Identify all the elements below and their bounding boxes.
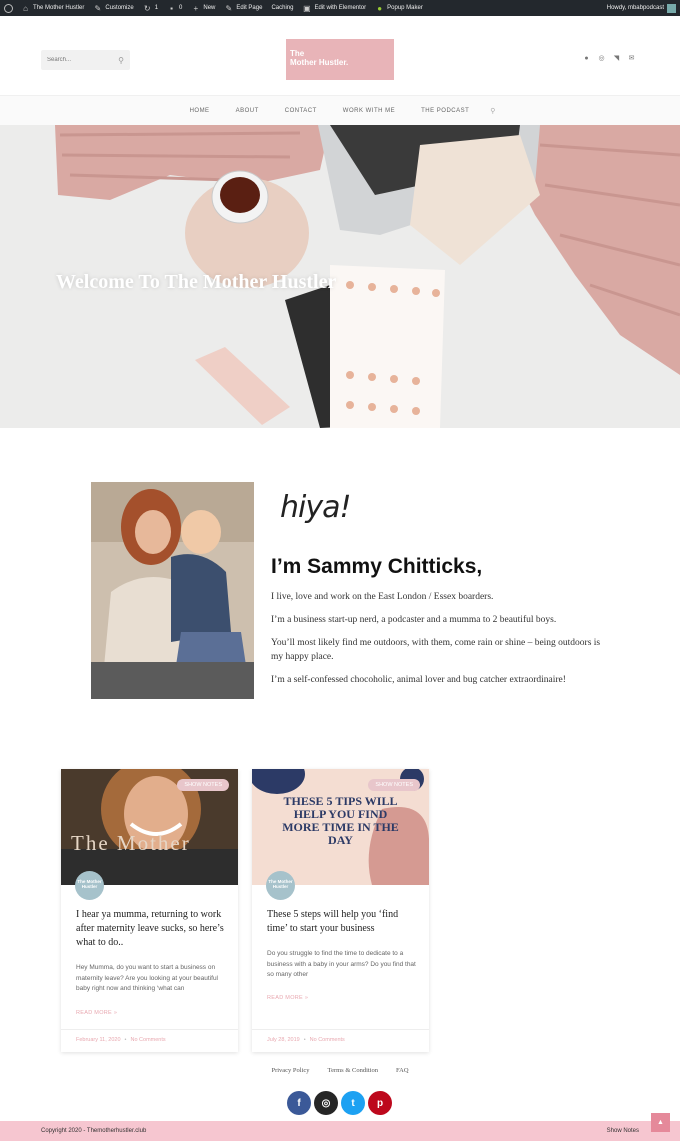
admin-caching[interactable]: Caching	[271, 5, 293, 11]
meta-separator: •	[303, 1037, 306, 1043]
nav-home[interactable]: HOME	[177, 108, 223, 114]
admin-edit-page[interactable]: ✎ Edit Page	[224, 3, 263, 13]
nav-the-podcast[interactable]: THE PODCAST	[408, 108, 482, 114]
copyright-bar: Copyright 2020 - Themotherhustler.club S…	[0, 1121, 680, 1141]
facebook-icon[interactable]: ●	[583, 55, 590, 62]
card-title[interactable]: I hear ya mumma, returning to work after…	[76, 908, 226, 950]
category-badge[interactable]: SHOW NOTES	[177, 779, 229, 791]
card-thumbnail[interactable]: The Mother SHOW NOTES	[61, 769, 238, 885]
email-icon[interactable]: ✉	[628, 55, 635, 62]
blog-card[interactable]: THESE 5 TIPS WILL HELP YOU FIND MORE TIM…	[252, 769, 429, 1052]
nav-about[interactable]: ABOUT	[223, 108, 272, 114]
home-icon: ⌂	[23, 3, 28, 13]
admin-comments[interactable]: ▪ 0	[167, 4, 182, 13]
search-input[interactable]	[47, 57, 117, 63]
post-date[interactable]: July 28, 2019	[267, 1037, 300, 1043]
copyright-text: Copyright 2020 - Themotherhustler.club	[41, 1128, 147, 1134]
read-more-link[interactable]: READ MORE »	[76, 1010, 117, 1016]
about-paragraph: I’m a self-confessed chocoholic, animal …	[271, 675, 566, 685]
hero-banner: Welcome To The Mother Hustler	[0, 125, 680, 428]
about-paragraph: I live, love and work on the East London…	[271, 592, 494, 602]
site-logo[interactable]: The Mother Hustler.	[286, 39, 394, 80]
header-search[interactable]: ⚲	[41, 50, 130, 70]
profile-photo	[91, 482, 254, 699]
meta-separator: •	[124, 1037, 127, 1043]
instagram-icon[interactable]: ◎	[598, 55, 605, 62]
header-social: ● ◎ ◥ ✉	[583, 55, 635, 62]
popup-icon: ●	[377, 3, 383, 13]
pencil-icon: ✎	[225, 3, 233, 13]
search-icon[interactable]: ⚲	[118, 56, 124, 65]
admin-site-name[interactable]: ⌂ The Mother Hustler	[21, 4, 84, 13]
admin-elementor[interactable]: ▣ Edit with Elementor	[302, 4, 366, 13]
author-avatar: The Mother Hustler	[266, 871, 295, 900]
category-badge[interactable]: SHOW NOTES	[368, 779, 420, 791]
read-more-link[interactable]: READ MORE »	[267, 995, 308, 1001]
footer-show-notes-link[interactable]: Show Notes	[607, 1128, 639, 1134]
hero-title: Welcome To The Mother Hustler	[56, 271, 337, 293]
card-title[interactable]: These 5 steps will help you ‘find time’ …	[267, 908, 417, 936]
blog-card[interactable]: The Mother SHOW NOTES The Mother Hustler…	[61, 769, 238, 1052]
footer-link-faq[interactable]: FAQ	[396, 1067, 409, 1074]
nav-work-with-me[interactable]: WORK WITH ME	[330, 108, 408, 114]
plus-icon: +	[193, 3, 199, 13]
site-header: ⚲ The Mother Hustler. ● ◎ ◥ ✉	[0, 16, 680, 95]
thumb-text: The Mother	[71, 831, 191, 855]
card-meta: February 11, 2020 • No Comments	[61, 1029, 238, 1052]
comment-icon: ▪	[170, 3, 173, 13]
admin-customize[interactable]: ✎ Customize	[93, 3, 134, 13]
chevron-up-icon: ▲	[657, 1119, 664, 1126]
admin-popup-maker[interactable]: ● Popup Maker	[375, 4, 423, 13]
admin-account[interactable]: Howdy, mbabpodcast	[607, 3, 676, 13]
post-date[interactable]: February 11, 2020	[76, 1037, 121, 1043]
footer-social: f ◎ t p	[287, 1091, 392, 1115]
about-paragraph: You’ll most likely find me outdoors, wit…	[271, 638, 601, 662]
about-paragraph: I’m a business start-up nerd, a podcaste…	[271, 615, 557, 625]
admin-new[interactable]: + New	[191, 3, 216, 13]
footer-link-terms[interactable]: Terms & Condition	[328, 1067, 378, 1074]
author-avatar: The Mother Hustler	[75, 871, 104, 900]
card-meta: July 28, 2019 • No Comments	[252, 1029, 429, 1052]
search-icon[interactable]: ⚲	[482, 107, 503, 115]
instagram-icon[interactable]: ◎	[314, 1091, 338, 1115]
main-nav: HOME ABOUT CONTACT WORK WITH ME THE PODC…	[0, 95, 680, 125]
rss-icon[interactable]: ◥	[613, 55, 620, 62]
elementor-icon: ▣	[303, 3, 311, 13]
admin-updates[interactable]: ↻ 1	[143, 4, 158, 13]
pinterest-icon[interactable]: p	[368, 1091, 392, 1115]
scroll-to-top-button[interactable]: ▲	[651, 1113, 670, 1132]
footer-link-privacy[interactable]: Privacy Policy	[271, 1067, 309, 1074]
twitter-icon[interactable]: t	[341, 1091, 365, 1115]
brush-icon: ✎	[94, 3, 102, 13]
refresh-icon: ↻	[143, 3, 151, 13]
footer-links: Privacy Policy Terms & Condition FAQ	[0, 1067, 680, 1074]
facebook-icon[interactable]: f	[287, 1091, 311, 1115]
nav-contact[interactable]: CONTACT	[272, 108, 330, 114]
card-thumbnail[interactable]: THESE 5 TIPS WILL HELP YOU FIND MORE TIM…	[252, 769, 429, 885]
about-text: I live, love and work on the East London…	[271, 590, 611, 696]
greeting-script: hiya!	[280, 490, 352, 525]
comments-link[interactable]: No Comments	[310, 1037, 345, 1043]
thumb-text: THESE 5 TIPS WILL HELP YOU FIND MORE TIM…	[282, 794, 399, 847]
avatar	[667, 3, 676, 13]
admin-bar: ⌂ The Mother Hustler ✎ Customize ↻ 1 ▪ 0 + Ne…	[0, 0, 680, 16]
about-name: I’m Sammy Chitticks,	[271, 555, 483, 578]
card-excerpt: Hey Mumma, do you want to start a busine…	[76, 964, 219, 992]
card-excerpt: Do you struggle to find the time to dedi…	[267, 950, 416, 978]
comments-link[interactable]: No Comments	[130, 1037, 165, 1043]
wordpress-icon[interactable]	[4, 3, 13, 13]
